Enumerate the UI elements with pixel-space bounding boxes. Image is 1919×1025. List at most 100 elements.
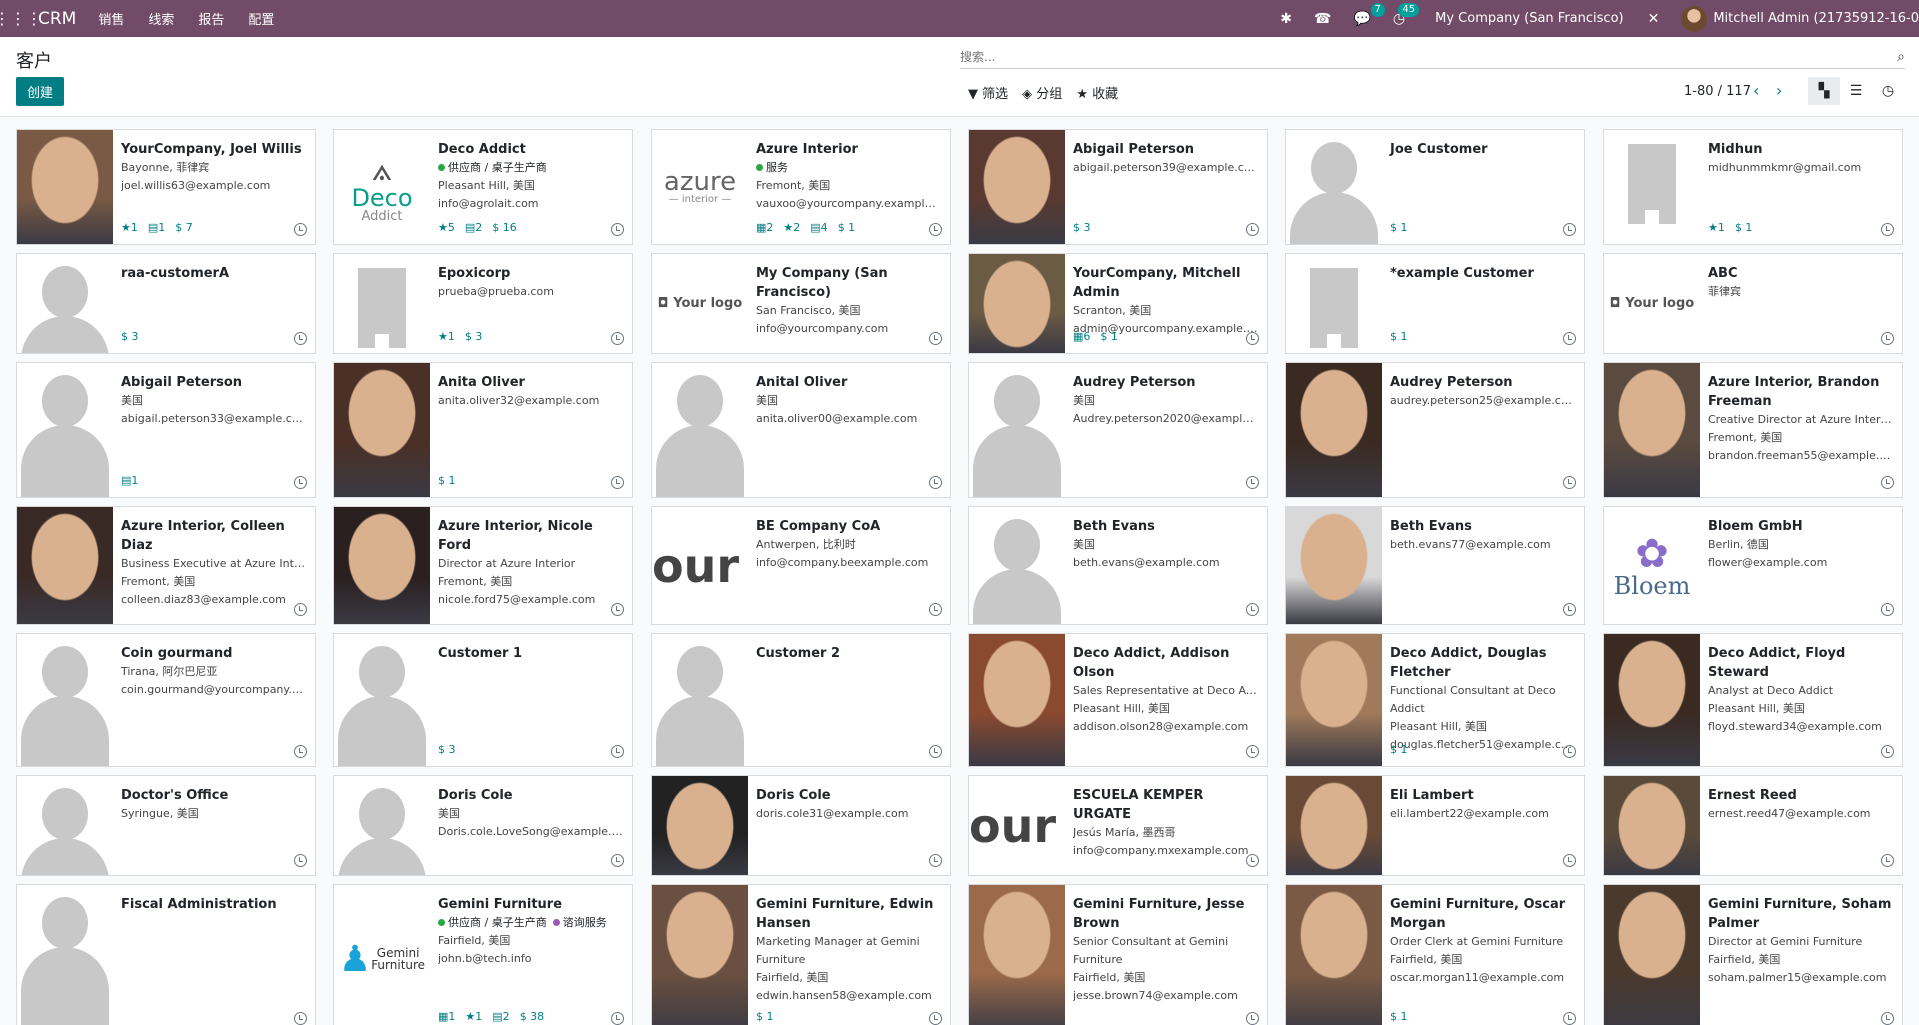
activity-clock-icon[interactable] (929, 745, 942, 758)
activity-clock-icon[interactable] (611, 223, 624, 236)
activity-clock-icon[interactable] (1881, 476, 1894, 489)
pager-next-icon[interactable]: › (1776, 81, 1782, 100)
activity-clock-icon[interactable] (1246, 223, 1259, 236)
partner-card[interactable]: Azure Interior, Colleen Diaz Business Exe… (16, 506, 316, 625)
menu-config[interactable]: 配置 (248, 9, 274, 28)
activity-clock-icon[interactable] (1563, 1012, 1576, 1025)
partner-card[interactable]: Doctor's Office Syringue, 美国 (16, 775, 316, 876)
stat-button[interactable]: ▤4 (810, 221, 827, 234)
activity-clock-icon[interactable] (1881, 223, 1894, 236)
partner-card[interactable]: our ESCUELA KEMPER URGATE Jesús María, 墨西哥… (968, 775, 1268, 876)
partner-card[interactable]: ⟑ Deco Addict Deco Addict 供应商 / 桌子生产商 Pleasan… (333, 129, 633, 245)
partner-card[interactable]: *example Customer $ 1 (1285, 253, 1585, 354)
partner-card[interactable]: Eli Lambert eli.lambert22@example.com (1285, 775, 1585, 876)
partner-card[interactable]: Customer 2 (651, 633, 951, 767)
partner-card[interactable]: Customer 1 $ 3 (333, 633, 633, 767)
messages-icon[interactable]: 💬 7 (1353, 2, 1385, 27)
partner-card[interactable]: Joe Customer $ 1 (1285, 129, 1585, 245)
partner-card[interactable]: Deco Addict, Addison Olson Sales Represen… (968, 633, 1268, 767)
activity-clock-icon[interactable] (1881, 1012, 1894, 1025)
bug-icon[interactable]: ✱ (1280, 11, 1292, 27)
stat-button[interactable]: $ 1 (1390, 221, 1408, 234)
stat-button[interactable]: $ 16 (492, 221, 517, 234)
partner-card[interactable]: Gemini Furniture, Oscar Morgan Order Cler… (1285, 884, 1585, 1025)
partner-card[interactable]: Beth Evans beth.evans77@example.com (1285, 506, 1585, 625)
activity-clock-icon[interactable] (1246, 745, 1259, 758)
stat-button[interactable]: $ 1 (838, 221, 856, 234)
stat-button[interactable]: ★1 (121, 221, 138, 234)
partner-card[interactable]: Gemini Furniture, Edwin Hansen Marketing … (651, 884, 951, 1025)
stat-button[interactable]: ▤1 (148, 221, 165, 234)
partner-card[interactable]: Coin gourmand Tirana, 阿尔巴尼亚 coin.gourmand@… (16, 633, 316, 767)
stat-button[interactable]: ★1 (1708, 221, 1725, 234)
stat-button[interactable]: $ 3 (438, 743, 456, 756)
partner-card[interactable]: Beth Evans 美国 beth.evans@example.com (968, 506, 1268, 625)
stat-button[interactable]: ▦1 (438, 1010, 455, 1023)
activity-clock-icon[interactable] (1881, 745, 1894, 758)
activities-icon[interactable]: ◷ 45 (1393, 2, 1420, 27)
create-button[interactable]: 创建 (16, 77, 64, 106)
menu-sales[interactable]: 销售 (98, 9, 124, 28)
activity-clock-icon[interactable] (294, 223, 307, 236)
activity-clock-icon[interactable] (1246, 603, 1259, 616)
activity-clock-icon[interactable] (1563, 745, 1576, 758)
search-icon[interactable]: ⌕ (1885, 49, 1905, 65)
activity-clock-icon[interactable] (294, 332, 307, 345)
favorites-button[interactable]: ★ 收藏 (1076, 83, 1118, 102)
stat-button[interactable]: $ 1 (438, 474, 456, 487)
kanban-view-icon[interactable]: ▚ (1808, 77, 1840, 105)
partner-card[interactable]: ◘ Your logo My Company (San Francisco) San… (651, 253, 951, 354)
partner-card[interactable]: Azure Interior, Nicole Ford Director at A… (333, 506, 633, 625)
stat-button[interactable]: $ 38 (520, 1010, 545, 1023)
activity-clock-icon[interactable] (929, 603, 942, 616)
stat-button[interactable]: $ 1 (1390, 330, 1408, 343)
partner-card[interactable]: Azure Interior, Brandon Freeman Creative … (1603, 362, 1903, 498)
partner-card[interactable]: Gemini Furniture, Jesse Brown Senior Cons… (968, 884, 1268, 1025)
activity-clock-icon[interactable] (294, 745, 307, 758)
partner-card[interactable]: ◘ Your logo ABC 菲律宾 (1603, 253, 1903, 354)
activity-clock-icon[interactable] (611, 603, 624, 616)
activity-clock-icon[interactable] (1881, 603, 1894, 616)
partner-card[interactable]: Audrey Peterson 美国 Audrey.peterson2020@exa… (968, 362, 1268, 498)
activity-clock-icon[interactable] (611, 476, 624, 489)
user-menu[interactable]: Mitchell Admin (21735912-16-0 (1713, 11, 1919, 26)
activity-clock-icon[interactable] (929, 332, 942, 345)
activity-clock-icon[interactable] (611, 1012, 624, 1025)
partner-card[interactable]: Anital Oliver 美国 anita.oliver00@example.co… (651, 362, 951, 498)
partner-card[interactable]: Gemini Furniture, Soham Palmer Director a… (1603, 884, 1903, 1025)
activity-clock-icon[interactable] (294, 476, 307, 489)
stat-button[interactable]: ▤2 (492, 1010, 509, 1023)
activity-clock-icon[interactable] (1563, 223, 1576, 236)
activity-clock-icon[interactable] (611, 332, 624, 345)
stat-button[interactable]: $ 1 (756, 1010, 774, 1023)
stat-button[interactable]: $ 3 (121, 330, 139, 343)
stat-button[interactable]: ▦2 (756, 221, 773, 234)
pager-value[interactable]: 1-80 / 117 (1684, 84, 1751, 99)
partner-card[interactable]: Deco Addict, Floyd Steward Analyst at Dec… (1603, 633, 1903, 767)
stat-button[interactable]: ▦6 (1073, 330, 1090, 343)
partner-card[interactable]: azure — interior — Azure Interior 服务 Fremont… (651, 129, 951, 245)
partner-card[interactable]: Doris Cole doris.cole31@example.com (651, 775, 951, 876)
stat-button[interactable]: ★2 (783, 221, 800, 234)
partner-card[interactable]: Midhun midhunmmkmr@gmail.com ★1 $ 1 (1603, 129, 1903, 245)
activity-clock-icon[interactable] (611, 745, 624, 758)
app-brand[interactable]: CRM (38, 9, 76, 29)
activity-clock-icon[interactable] (1563, 332, 1576, 345)
partner-card[interactable]: YourCompany, Joel Willis Bayonne, 菲律宾 joel… (16, 129, 316, 245)
activity-clock-icon[interactable] (1563, 476, 1576, 489)
stat-button[interactable]: ▤1 (121, 474, 138, 487)
stat-button[interactable]: ★1 (438, 330, 455, 343)
stat-button[interactable]: ▤2 (465, 221, 482, 234)
activity-clock-icon[interactable] (611, 854, 624, 867)
partner-card[interactable]: Ernest Reed ernest.reed47@example.com (1603, 775, 1903, 876)
partner-card[interactable]: raa-customerA $ 3 (16, 253, 316, 354)
stat-button[interactable]: $ 7 (175, 221, 193, 234)
activity-clock-icon[interactable] (929, 223, 942, 236)
menu-reports[interactable]: 报告 (198, 9, 224, 28)
activity-clock-icon[interactable] (1246, 332, 1259, 345)
activity-clock-icon[interactable] (929, 1012, 942, 1025)
partner-card[interactable]: Audrey Peterson audrey.peterson25@example… (1285, 362, 1585, 498)
apps-menu-icon[interactable]: ⋮⋮⋮ (0, 9, 42, 28)
activity-clock-icon[interactable] (294, 1012, 307, 1025)
stat-button[interactable]: $ 1 (1390, 1010, 1408, 1023)
